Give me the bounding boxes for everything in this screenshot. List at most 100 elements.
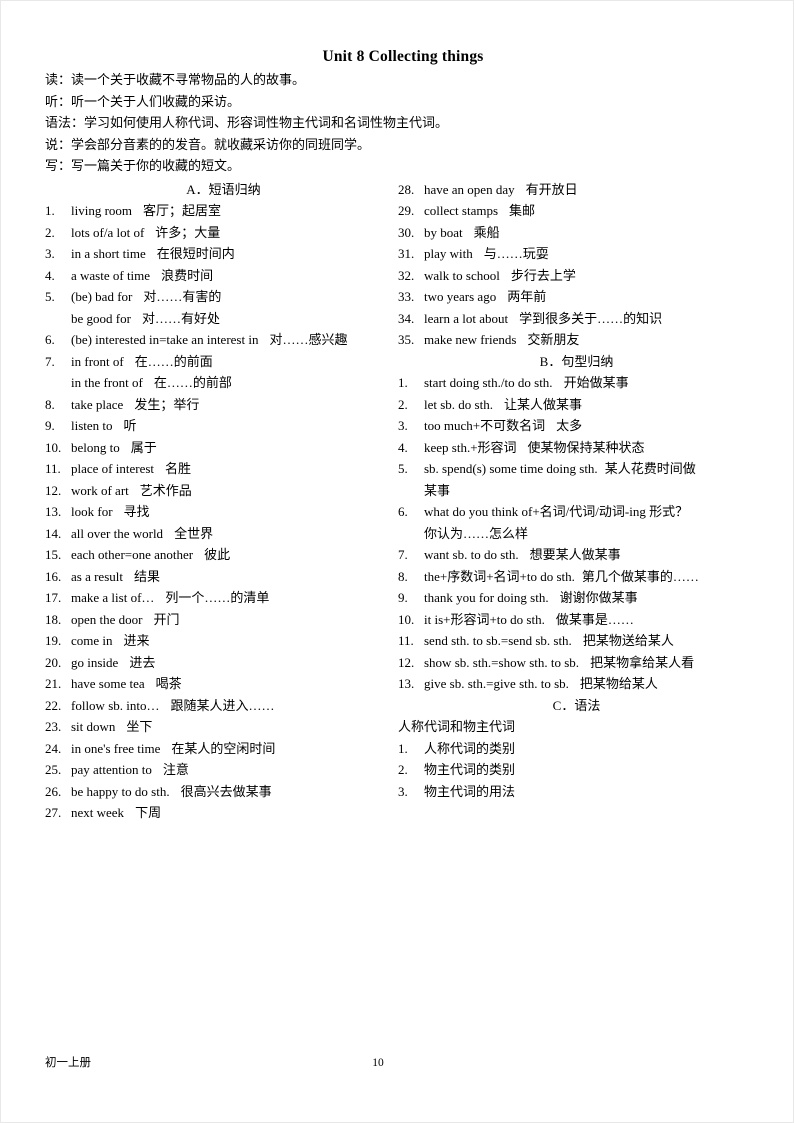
list-item: 3. too much+不可数名词 太多 <box>398 415 751 437</box>
item-number: 19. <box>45 633 62 648</box>
item-english: walk to school <box>424 267 500 283</box>
document-content: Unit 8 Collecting things 读：读一个关于收藏不寻常物品的… <box>45 47 751 824</box>
item-english: look for <box>71 504 113 519</box>
list-item: 6. (be) interested in=take an interest in… <box>45 329 398 351</box>
item-chinese: 属于 <box>130 439 157 455</box>
list-item: 4. keep sth.+形容词 使某物保持某种状态 <box>398 437 751 459</box>
item-body: go inside 进去 <box>71 652 398 674</box>
item-body: look for 寻找 <box>71 501 398 523</box>
right-column: 28. have an open day 有开放日 29. collect stamp… <box>398 179 751 803</box>
item-english: play with <box>424 246 473 261</box>
item-number: 16. <box>45 568 62 584</box>
item-chinese: 把某物给某人 <box>579 676 658 691</box>
item-english: start doing sth./to do sth. <box>424 375 553 390</box>
item-english: as a result <box>71 568 123 584</box>
item-chinese: 把某物拿给某人看 <box>590 654 695 670</box>
item-number: 13. <box>45 504 62 519</box>
list-item: 5. (be) bad for 对……有害的 <box>45 286 398 308</box>
item-chinese: 把某物送给某人 <box>582 633 674 648</box>
item-chinese: 许多；大量 <box>155 224 221 240</box>
item-chinese: 在很短时间内 <box>156 246 235 261</box>
item-body: a waste of time 浪费时间 <box>71 265 398 287</box>
list-item: 8. the+序数词+名词+to do sth. 第几个做某事的…… <box>398 566 751 588</box>
item-chinese: 听 <box>123 418 137 433</box>
item-english: have some tea <box>71 676 145 691</box>
item-chinese: 进来 <box>123 633 150 648</box>
list-item: 10. belong to 属于 <box>45 437 398 459</box>
item-chinese: 喝茶 <box>155 676 182 691</box>
item-number: 13. <box>398 676 415 691</box>
item-number: 9. <box>398 590 408 605</box>
item-english: in one's free time <box>71 740 161 756</box>
item-chinese: 列一个……的清单 <box>165 590 270 605</box>
list-item-sub: 0.in the front of在……的前部 <box>45 372 398 394</box>
item-chinese: 让某人做某事 <box>503 396 582 412</box>
item-english: pay attention to <box>71 762 152 777</box>
item-number: 2. <box>398 396 408 412</box>
item-chinese: 物主代词的类别 <box>424 762 516 777</box>
item-number: 2. <box>398 762 408 777</box>
section-c-heading: C．语法 <box>552 697 601 713</box>
list-item: 29. collect stamps 集邮 <box>398 200 751 222</box>
item-chinese: 发生；举行 <box>134 396 200 412</box>
page-title: Unit 8 Collecting things <box>322 48 484 65</box>
item-number: 35. <box>398 332 415 347</box>
item-chinese: 开始做某事 <box>563 375 629 390</box>
list-item: 22. follow sb. into… 跟随某人进入…… <box>45 695 398 717</box>
item-english: in front of <box>71 353 124 369</box>
item-english: thank you for doing sth. <box>424 590 549 605</box>
item-number: 23. <box>45 719 62 734</box>
item-number: 20. <box>45 654 62 670</box>
item-english: have an open day <box>424 181 515 197</box>
list-item: 12. show sb. sth.=show sth. to sb. 把某物拿给某人… <box>398 652 751 674</box>
item-english: be happy to do sth. <box>71 783 170 799</box>
item-english: send sth. to sb.=send sb. sth. <box>424 633 572 648</box>
list-item: 19. come in 进来 <box>45 630 398 652</box>
list-item: 9. thank you for doing sth. 谢谢你做某事 <box>398 587 751 609</box>
item-number: 3. <box>398 783 408 799</box>
item-number: 12. <box>398 654 415 670</box>
list-item: 3. in a short time 在很短时间内 <box>45 243 398 265</box>
item-body: pay attention to 注意 <box>71 759 398 781</box>
item-english: two years ago <box>424 289 497 304</box>
item-body: 物主代词的类别 <box>424 759 751 781</box>
item-number: 4. <box>45 267 55 283</box>
item-english: what do you think of+名词/代词/动词-ing 形式？ <box>424 504 689 519</box>
item-english: open the door <box>71 611 143 627</box>
intro-line-write: 写：写一篇关于你的收藏的短文。 <box>45 158 241 173</box>
item-english: sit down <box>71 719 116 734</box>
item-number: 3. <box>45 246 55 261</box>
item-english: all over the world <box>71 525 164 541</box>
item-body: too much+不可数名词 太多 <box>424 415 751 437</box>
item-english: living room <box>71 203 133 218</box>
page-footer: 初一上册 10 <box>45 1055 751 1071</box>
section-a-heading: A．短语归纳 <box>186 181 261 197</box>
item-body: walk to school 步行去上学 <box>424 265 751 287</box>
item-english: make a list of… <box>71 590 155 605</box>
item-chinese: 彼此 <box>204 547 231 562</box>
item-body: by boat 乘船 <box>424 222 751 244</box>
item-body: collect stamps 集邮 <box>424 200 751 222</box>
item-number: 18. <box>45 611 62 627</box>
list-item: 10. it is+形容词+to do sth. 做某事是…… <box>398 609 751 631</box>
item-number: 8. <box>398 568 408 584</box>
list-item: 9. listen to 听 <box>45 415 398 437</box>
item-chinese: 第几个做某事的…… <box>581 568 699 584</box>
item-number: 33. <box>398 289 415 304</box>
item-body: all over the world 全世界 <box>71 523 398 545</box>
item-chinese: 跟随某人进入…… <box>170 697 275 713</box>
item-number: 26. <box>45 783 62 799</box>
item-number: 9. <box>45 418 55 433</box>
item-body: keep sth.+形容词 使某物保持某种状态 <box>424 437 751 459</box>
item-body: it is+形容词+to do sth. 做某事是…… <box>424 609 751 631</box>
item-english: each other=one another <box>71 547 194 562</box>
item-chinese: 客厅；起居室 <box>143 203 222 218</box>
section-a-list: 1. living room 客厅；起居室 2. lots of/a lot of 许多… <box>45 200 398 824</box>
item-chinese: 与……玩耍 <box>483 246 549 261</box>
item-number: 21. <box>45 676 62 691</box>
item-body: in front of 在……的前面 <box>71 351 398 373</box>
item-body: listen to 听 <box>71 415 398 437</box>
item-number: 10. <box>45 439 62 455</box>
item-number: 11. <box>398 633 414 648</box>
list-item: 2. lots of/a lot of 许多；大量 <box>45 222 398 244</box>
